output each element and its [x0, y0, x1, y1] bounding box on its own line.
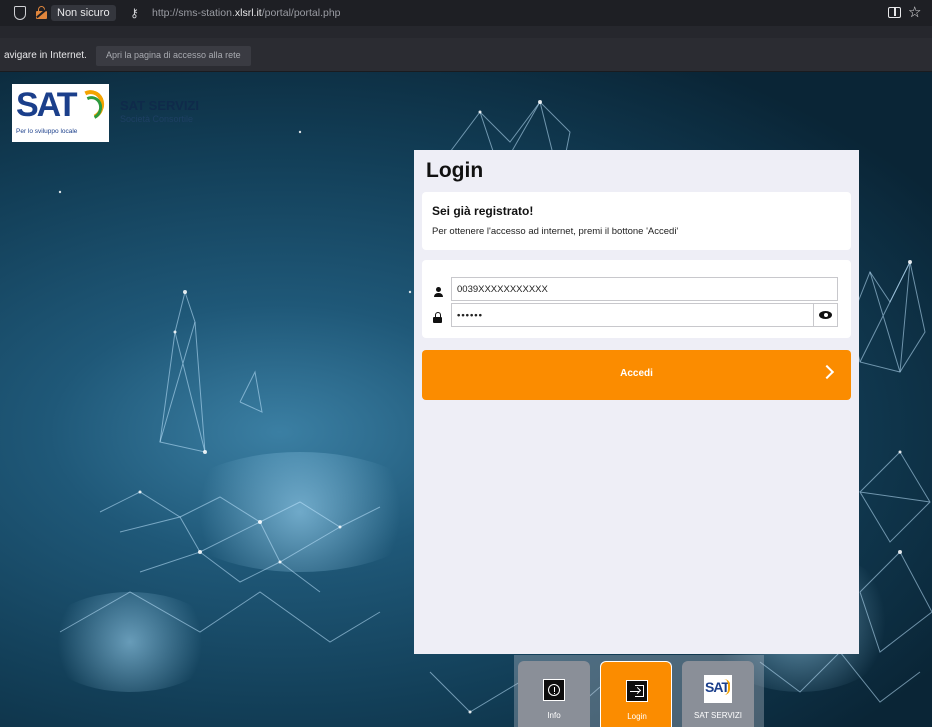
sat-logo: SAT Per lo sviluppo locale [12, 84, 109, 142]
show-password-eye-icon[interactable] [814, 303, 838, 327]
nav-login-label: Login [627, 712, 647, 721]
reader-view-icon[interactable] [888, 7, 901, 18]
nav-sat-servizi-button[interactable]: SAT SAT SERVIZI [682, 661, 754, 727]
sat-logo-icon: SAT [704, 675, 732, 703]
registered-text: Per ottenere l'accesso ad internet, prem… [432, 226, 679, 237]
url-path: /portal/portal.php [261, 7, 341, 19]
nav-login-button[interactable]: Login [600, 661, 672, 727]
portal-message: avigare in Internet. [4, 50, 87, 61]
shield-icon[interactable] [14, 6, 26, 20]
bookmark-star-icon[interactable]: ☆ [908, 3, 921, 21]
lock-icon [433, 312, 442, 323]
login-title: Login [426, 159, 484, 182]
brand-name-block: SAT SERVIZI Società Consortile [120, 98, 199, 124]
password-input[interactable] [451, 303, 814, 327]
username-input[interactable] [451, 277, 838, 301]
insecure-lock-icon[interactable] [36, 6, 48, 19]
info-icon [543, 679, 565, 701]
url-domain: xlsrl.it [234, 7, 262, 19]
user-icon [433, 287, 443, 297]
key-icon[interactable]: ⚷ [130, 6, 139, 20]
nav-info-label: Info [547, 711, 561, 720]
open-login-page-button[interactable]: Apri la pagina di accesso alla rete [96, 46, 251, 66]
url-text[interactable]: http://sms-station.xlsrl.it/portal/porta… [152, 7, 341, 19]
captive-portal-bar: avigare in Internet. Apri la pagina di a… [0, 38, 932, 72]
credentials-card [422, 260, 851, 338]
registered-heading: Sei già registrato! [432, 204, 534, 218]
brand-name: SAT SERVIZI [120, 98, 199, 113]
accedi-label: Accedi [620, 368, 653, 379]
nav-sat-servizi-label: SAT SERVIZI [693, 711, 742, 720]
sign-in-icon [626, 680, 648, 702]
not-secure-badge[interactable]: Non sicuro [51, 5, 116, 21]
brand-subtitle: Società Consortile [120, 114, 194, 124]
url-prefix: http://sms-station. [152, 7, 235, 19]
logo-tagline: Per lo sviluppo locale [16, 128, 78, 135]
registered-info-card: Sei già registrato! Per ottenere l'acces… [422, 192, 851, 250]
accedi-button[interactable]: Accedi [422, 350, 851, 400]
bottom-nav: Info Login SAT SAT SERVIZI [514, 655, 764, 727]
browser-url-bar: Non sicuro ⚷ http://sms-station.xlsrl.it… [0, 0, 932, 26]
notification-strip [0, 26, 932, 38]
logo-text: SAT [16, 86, 78, 124]
nav-info-button[interactable]: Info [518, 661, 590, 727]
login-panel: Login Sei già registrato! Per ottenere l… [414, 150, 859, 654]
